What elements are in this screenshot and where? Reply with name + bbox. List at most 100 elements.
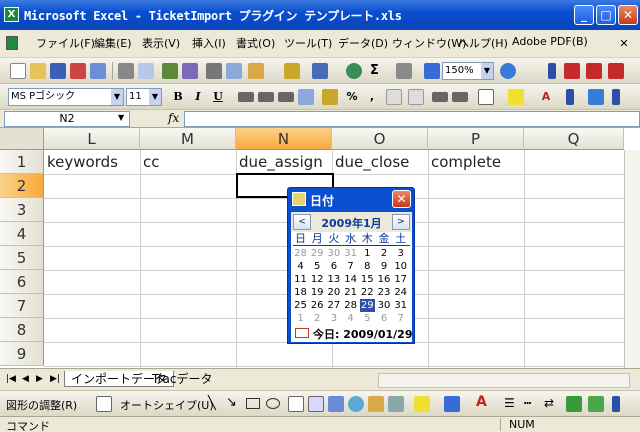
save-icon[interactable] [50,63,66,79]
sort-ascending-icon[interactable] [396,63,412,79]
calendar-day[interactable]: 31 [393,299,408,312]
calendar-day[interactable]: 30 [326,247,341,260]
column-header-l[interactable]: L [44,128,140,150]
calendar-day[interactable]: 7 [343,260,358,273]
decrease-indent-icon[interactable] [432,92,448,102]
today-button[interactable]: 今日: 2009/01/29 [313,326,413,342]
calendar-day[interactable]: 6 [326,260,341,273]
cell-m1[interactable]: cc [143,153,160,171]
row-header-8[interactable]: 8 [0,318,44,342]
format-painter-icon[interactable] [284,63,300,79]
increase-indent-icon[interactable] [452,92,468,102]
calendar-day[interactable]: 1 [360,247,375,260]
arrow-style-icon[interactable]: ⇄ [544,396,554,410]
paste-icon[interactable] [248,63,264,79]
formula-input[interactable] [184,111,640,127]
copy-icon[interactable] [226,63,242,79]
dash-style-icon[interactable]: ┅ [524,396,531,410]
row-header-9[interactable]: 9 [0,342,44,366]
select-all-corner[interactable] [0,128,44,150]
open-icon[interactable] [30,63,46,79]
borders-icon[interactable] [478,89,494,105]
pdf-attach-icon[interactable] [588,89,604,105]
toolbar-options-icon[interactable] [612,89,620,105]
diagram-icon[interactable] [348,396,364,412]
calendar-day[interactable]: 11 [293,273,308,286]
autoshapes-menu-button[interactable]: オートシェイプ(U) [120,397,214,413]
menu-close-icon[interactable]: ✕ [618,38,630,50]
calendar-day[interactable]: 30 [377,299,392,312]
calendar-day[interactable]: 16 [377,273,392,286]
fill-color-icon[interactable] [508,89,524,105]
insert-function-icon[interactable]: fx [168,111,179,125]
row-header-7[interactable]: 7 [0,294,44,318]
calendar-day[interactable]: 23 [377,286,392,299]
first-sheet-icon[interactable]: |◀ [6,374,16,384]
calendar-day[interactable]: 13 [326,273,341,286]
draw-menu-button[interactable]: 図形の調整(R) [6,397,77,413]
merge-center-icon[interactable] [298,89,314,105]
align-right-icon[interactable] [278,92,294,102]
line-color-icon[interactable] [444,396,460,412]
toolbar-options-icon[interactable] [566,89,574,105]
calendar-day[interactable]: 1 [293,312,308,325]
column-header-m[interactable]: M [140,128,236,150]
toolbar-options-icon[interactable] [612,396,620,412]
pdf-convert-icon[interactable] [564,63,580,79]
next-month-button[interactable]: > [392,214,410,230]
calendar-day[interactable]: 17 [393,273,408,286]
next-sheet-icon[interactable]: ▶ [36,374,43,384]
clipart-icon[interactable] [368,396,384,412]
calendar-day[interactable]: 29 [359,299,375,312]
decrease-decimal-icon[interactable] [408,89,424,105]
draw-fill-color-icon[interactable] [414,396,430,412]
menu-format[interactable]: 書式(O) [236,35,275,51]
last-sheet-icon[interactable]: ▶| [50,374,60,384]
calendar-day[interactable]: 5 [310,260,325,273]
calendar-day[interactable]: 27 [326,299,341,312]
sheet-tab-trac[interactable]: Tracデータ [146,371,218,387]
align-center-icon[interactable] [258,92,274,102]
menu-adobe-pdf[interactable]: Adobe PDF(B) [512,35,588,48]
font-select[interactable]: MS Pゴシック ▼ [8,88,124,106]
3d-icon[interactable] [588,396,604,412]
email-icon[interactable] [90,63,106,79]
spelling-icon[interactable] [162,63,178,79]
minimize-button[interactable]: _ [574,5,594,25]
calendar-day[interactable]: 28 [343,299,358,312]
menu-edit[interactable]: 編集(E) [94,35,132,51]
column-header-o[interactable]: O [332,128,428,150]
print-preview-icon[interactable] [138,63,154,79]
font-size-select[interactable]: 11 ▼ [126,88,162,106]
line-icon[interactable]: ╲ [208,396,216,411]
italic-button[interactable]: I [190,89,206,105]
menu-file[interactable]: ファイル(F) [36,35,95,51]
calendar-day[interactable]: 25 [293,299,308,312]
chart-wizard-icon[interactable] [424,63,440,79]
zoom-select[interactable]: 150% ▼ [442,62,494,80]
percent-button[interactable]: % [344,89,360,105]
row-header-4[interactable]: 4 [0,222,44,246]
comma-button[interactable]: , [364,89,380,105]
date-picker-close-button[interactable]: ✕ [392,190,411,208]
picture-icon[interactable] [388,396,404,412]
arrow-icon[interactable]: ↘ [226,395,237,410]
permission-icon[interactable] [70,63,86,79]
calendar-day[interactable]: 15 [360,273,375,286]
calendar-day[interactable]: 3 [393,247,408,260]
calendar-day[interactable]: 26 [310,299,325,312]
pdf-email-icon[interactable] [586,63,602,79]
row-header-3[interactable]: 3 [0,198,44,222]
cell-l1[interactable]: keywords [47,153,118,171]
calendar-day[interactable]: 28 [293,247,308,260]
calendar-day[interactable]: 2 [310,312,325,325]
shadow-icon[interactable] [566,396,582,412]
close-button[interactable]: ✕ [618,5,638,25]
calendar-day[interactable]: 4 [343,312,358,325]
calendar-day[interactable]: 6 [377,312,392,325]
autosum-icon[interactable]: Σ [370,63,379,78]
calendar-day[interactable]: 10 [393,260,408,273]
row-header-5[interactable]: 5 [0,246,44,270]
research-icon[interactable] [182,63,198,79]
row-header-6[interactable]: 6 [0,270,44,294]
